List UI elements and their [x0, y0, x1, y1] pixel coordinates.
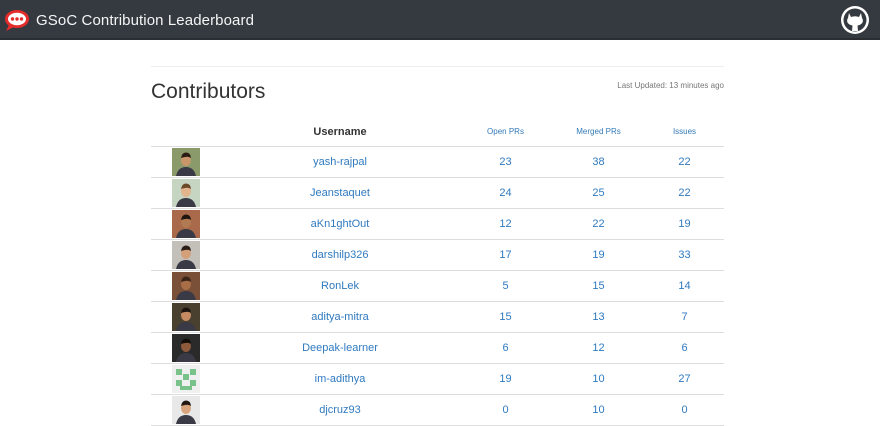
username-column-header: Username [221, 117, 459, 147]
user-avatar-photo [172, 303, 200, 331]
issues-cell: 19 [645, 208, 724, 240]
navbar: GSoC Contribution Leaderboard [0, 0, 880, 40]
username-cell: djcruz93 [221, 394, 459, 426]
contributors-table: Username Open PRs Merged PRs Issues yash… [151, 117, 724, 426]
username-link[interactable]: aKn1ghtOut [311, 218, 370, 230]
table-row: aditya-mitra 15 13 7 [151, 301, 724, 333]
username-cell: aKn1ghtOut [221, 208, 459, 240]
issues-cell: 22 [645, 146, 724, 178]
issues-column-header[interactable]: Issues [645, 117, 724, 147]
open-prs-cell: 19 [459, 363, 552, 395]
open-prs-cell: 23 [459, 146, 552, 178]
username-cell: RonLek [221, 270, 459, 302]
merged-prs-cell: 10 [552, 363, 645, 395]
username-link[interactable]: Deepak-learner [302, 342, 378, 354]
username-cell: darshilp326 [221, 239, 459, 271]
open-prs-cell: 15 [459, 301, 552, 333]
user-avatar-photo [172, 334, 200, 362]
merged-prs-cell: 19 [552, 239, 645, 271]
issues-cell: 0 [645, 394, 724, 426]
rocketchat-logo-icon [5, 10, 29, 31]
brand-title: GSoC Contribution Leaderboard [36, 11, 255, 29]
table-row: djcruz93 0 10 0 [151, 394, 724, 426]
github-icon [841, 6, 869, 34]
avatar-column-header [151, 117, 221, 147]
table-row: yash-rajpal 23 38 22 [151, 146, 724, 178]
username-link[interactable]: Jeanstaquet [310, 187, 370, 199]
open-prs-column-header[interactable]: Open PRs [459, 117, 552, 147]
avatar-cell [151, 239, 221, 271]
merged-prs-cell: 10 [552, 394, 645, 426]
last-updated-text: Last Updated: 13 minutes ago [617, 81, 724, 90]
username-link[interactable]: aditya-mitra [311, 311, 368, 323]
merged-prs-cell: 15 [552, 270, 645, 302]
identicon-avatar [172, 365, 200, 393]
issues-cell: 22 [645, 177, 724, 209]
user-avatar-photo [172, 179, 200, 207]
username-cell: aditya-mitra [221, 301, 459, 333]
table-row: aKn1ghtOut 12 22 19 [151, 208, 724, 240]
username-cell: Deepak-learner [221, 332, 459, 364]
username-cell: Jeanstaquet [221, 177, 459, 209]
avatar-cell [151, 270, 221, 302]
table-row: Jeanstaquet 24 25 22 [151, 177, 724, 209]
merged-prs-cell: 25 [552, 177, 645, 209]
username-link[interactable]: darshilp326 [312, 249, 369, 261]
avatar-cell [151, 208, 221, 240]
open-prs-cell: 17 [459, 239, 552, 271]
user-avatar-photo [172, 241, 200, 269]
avatar-cell [151, 394, 221, 426]
user-avatar-photo [172, 396, 200, 424]
table-row: darshilp326 17 19 33 [151, 239, 724, 271]
issues-cell: 14 [645, 270, 724, 302]
username-link[interactable]: RonLek [321, 280, 359, 292]
user-avatar-photo [172, 272, 200, 300]
issues-cell: 7 [645, 301, 724, 333]
username-link[interactable]: djcruz93 [319, 404, 361, 416]
username-link[interactable]: im-adithya [315, 373, 366, 385]
user-avatar-photo [172, 210, 200, 238]
open-prs-cell: 6 [459, 332, 552, 364]
table-row: im-adithya 19 10 27 [151, 363, 724, 395]
issues-cell: 27 [645, 363, 724, 395]
avatar-cell [151, 332, 221, 364]
table-header-row: Username Open PRs Merged PRs Issues [151, 117, 724, 147]
merged-prs-column-header[interactable]: Merged PRs [552, 117, 645, 147]
brand-link[interactable]: GSoC Contribution Leaderboard [4, 8, 254, 32]
username-link[interactable]: yash-rajpal [313, 156, 367, 168]
avatar-cell [151, 301, 221, 333]
page-title: Contributors [151, 80, 266, 103]
open-prs-cell: 5 [459, 270, 552, 302]
merged-prs-cell: 22 [552, 208, 645, 240]
issues-cell: 6 [645, 332, 724, 364]
username-cell: yash-rajpal [221, 146, 459, 178]
merged-prs-cell: 13 [552, 301, 645, 333]
user-avatar-photo [172, 148, 200, 176]
issues-cell: 33 [645, 239, 724, 271]
open-prs-cell: 12 [459, 208, 552, 240]
open-prs-cell: 24 [459, 177, 552, 209]
github-link[interactable] [840, 5, 870, 35]
table-row: Deepak-learner 6 12 6 [151, 332, 724, 364]
avatar-cell [151, 177, 221, 209]
avatar-cell [151, 363, 221, 395]
username-cell: im-adithya [221, 363, 459, 395]
leaderboard-container: Contributors Last Updated: 13 minutes ag… [151, 66, 724, 426]
avatar-cell [151, 146, 221, 178]
table-row: RonLek 5 15 14 [151, 270, 724, 302]
open-prs-cell: 0 [459, 394, 552, 426]
merged-prs-cell: 38 [552, 146, 645, 178]
merged-prs-cell: 12 [552, 332, 645, 364]
